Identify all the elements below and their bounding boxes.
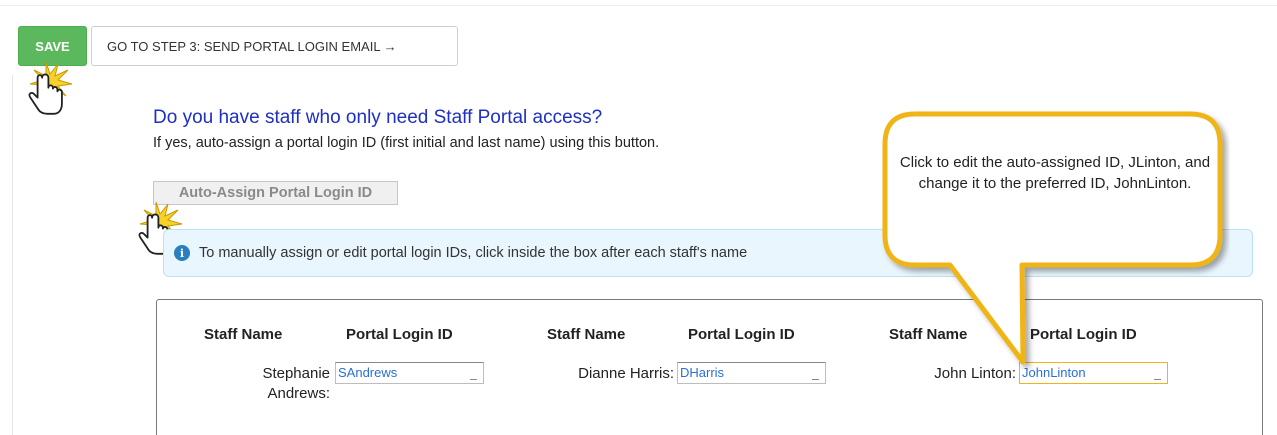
save-button-label: SAVE: [35, 38, 70, 54]
staff-name-line: Dianne Harris:: [578, 365, 674, 382]
callout-bubble: [882, 111, 1223, 365]
staff-name-cell: Stephanie Andrews:: [228, 364, 330, 404]
column-header-staff-name: Staff Name: [204, 326, 283, 343]
portal-login-id-input[interactable]: DHarris: [677, 362, 826, 384]
auto-assign-label: Auto-Assign Portal Login ID: [178, 185, 373, 201]
staff-name-line: Stephanie: [262, 365, 330, 382]
column-header-portal-login-id: Portal Login ID: [346, 326, 453, 343]
top-divider: [0, 5, 1277, 6]
section-title: Do you have staff who only need Staff Po…: [153, 107, 603, 128]
info-icon: i: [174, 245, 190, 261]
staff-name-line: Andrews:: [267, 385, 330, 402]
arrow-right-icon: →: [383, 38, 397, 54]
go-to-step-3-button[interactable]: GO TO STEP 3: SEND PORTAL LOGIN EMAIL →: [91, 26, 458, 66]
column-header-staff-name: Staff Name: [547, 326, 626, 343]
click-hand-cursor-icon: [28, 61, 73, 115]
left-divider: [12, 75, 13, 435]
callout-text: Click to edit the auto-assigned ID, JLin…: [899, 154, 1211, 192]
section-description: If yes, auto-assign a portal login ID (f…: [153, 135, 660, 151]
info-text: To manually assign or edit portal login …: [199, 245, 748, 261]
go-to-step-3-label: GO TO STEP 3: SEND PORTAL LOGIN EMAIL: [107, 38, 381, 54]
portal-login-id-input[interactable]: SAndrews: [335, 362, 484, 384]
staff-name-cell: Dianne Harris:: [540, 364, 674, 384]
column-header-portal-login-id: Portal Login ID: [688, 326, 795, 343]
